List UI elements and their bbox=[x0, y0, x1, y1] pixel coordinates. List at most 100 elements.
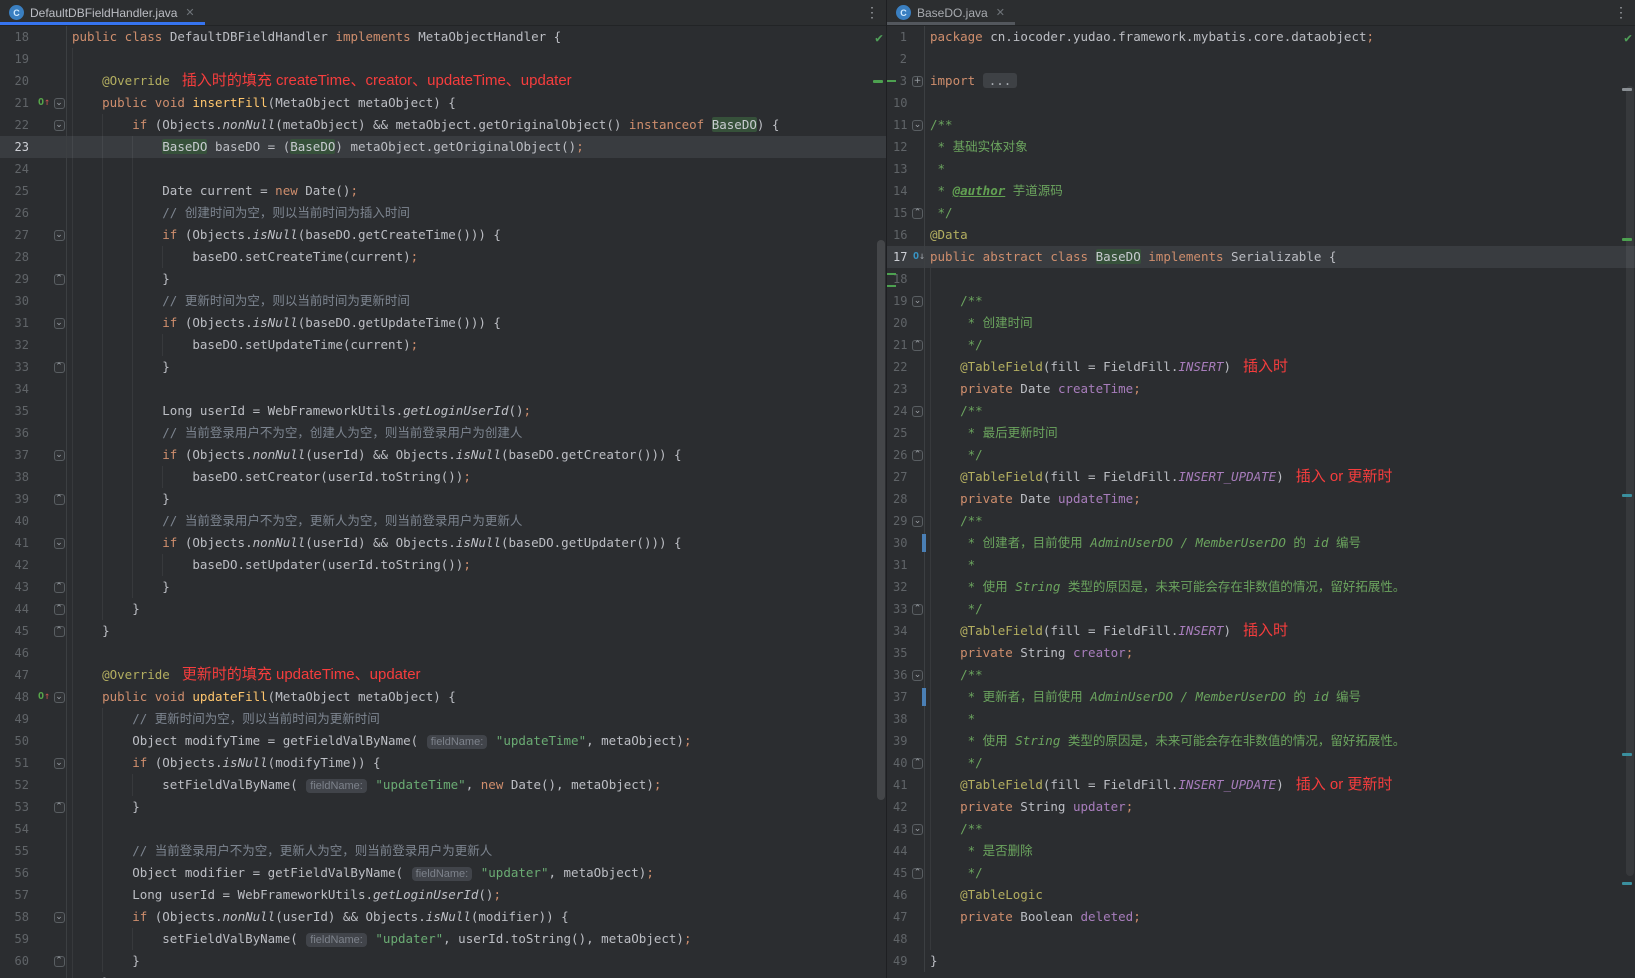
fold-marker-icon[interactable]: ⌃ bbox=[52, 356, 66, 378]
fold-marker-icon[interactable]: ⌃ bbox=[52, 488, 66, 510]
code-line[interactable]: 16@Data bbox=[887, 224, 1635, 246]
code-line[interactable]: 55// 当前登录用户不为空，更新人为空，则当前登录用户为更新人 bbox=[0, 840, 886, 862]
code-line[interactable]: 26⌃ */ bbox=[887, 444, 1635, 466]
code-line[interactable]: 45⌃ */ bbox=[887, 862, 1635, 884]
close-tab-icon[interactable]: ✕ bbox=[996, 6, 1005, 19]
code-line[interactable]: 18public class DefaultDBFieldHandler imp… bbox=[0, 26, 886, 48]
code-line[interactable]: 32baseDO.setUpdateTime(current); bbox=[0, 334, 886, 356]
fold-marker-icon[interactable]: ⌃ bbox=[911, 598, 924, 620]
code-line[interactable]: 60⌃} bbox=[0, 950, 886, 972]
fold-marker-icon[interactable]: + bbox=[911, 70, 924, 92]
code-line[interactable]: 42private String updater; bbox=[887, 796, 1635, 818]
code-line[interactable]: 20 * 创建时间 bbox=[887, 312, 1635, 334]
fold-marker-icon[interactable]: ⌃ bbox=[911, 334, 924, 356]
stripe-mark[interactable] bbox=[1622, 88, 1632, 91]
stripe-mark[interactable] bbox=[1622, 494, 1632, 497]
code-line[interactable]: 22@TableField(fill = FieldFill.INSERT)插入… bbox=[887, 356, 1635, 378]
fold-marker-icon[interactable]: ⌄ bbox=[52, 92, 66, 114]
code-line[interactable]: 38baseDO.setCreator(userId.toString()); bbox=[0, 466, 886, 488]
fold-marker-icon[interactable]: ⌄ bbox=[52, 752, 66, 774]
fold-marker-icon[interactable]: ⌃ bbox=[911, 752, 924, 774]
code-line[interactable]: 52setFieldValByName( fieldName: "updateT… bbox=[0, 774, 886, 796]
code-line[interactable]: 33⌃} bbox=[0, 356, 886, 378]
code-line[interactable]: 54 bbox=[0, 818, 886, 840]
code-line[interactable]: 50Object modifyTime = getFieldValByName(… bbox=[0, 730, 886, 752]
code-line[interactable]: 28baseDO.setCreateTime(current); bbox=[0, 246, 886, 268]
code-line[interactable]: 37⌄if (Objects.nonNull(userId) && Object… bbox=[0, 444, 886, 466]
code-line[interactable]: 46@TableLogic bbox=[887, 884, 1635, 906]
code-line[interactable]: 35private String creator; bbox=[887, 642, 1635, 664]
code-line[interactable]: 27@TableField(fill = FieldFill.INSERT_UP… bbox=[887, 466, 1635, 488]
code-line[interactable]: 21O↑⌄public void insertFill(MetaObject m… bbox=[0, 92, 886, 114]
code-line[interactable]: 31 * bbox=[887, 554, 1635, 576]
code-line[interactable]: 23private Date createTime; bbox=[887, 378, 1635, 400]
close-tab-icon[interactable]: ✕ bbox=[185, 6, 194, 19]
fold-marker-icon[interactable]: ⌄ bbox=[911, 400, 924, 422]
code-line[interactable]: 10 bbox=[887, 92, 1635, 114]
code-line[interactable]: 47private Boolean deleted; bbox=[887, 906, 1635, 928]
code-line[interactable]: 39 * 使用 String 类型的原因是，未来可能会存在非数值的情况，留好拓展… bbox=[887, 730, 1635, 752]
stripe-mark[interactable] bbox=[1622, 882, 1632, 885]
stripe-mark[interactable] bbox=[873, 80, 883, 83]
code-line[interactable]: 41⌄if (Objects.nonNull(userId) && Object… bbox=[0, 532, 886, 554]
fold-marker-icon[interactable]: ⌄ bbox=[52, 114, 66, 136]
code-line[interactable]: 2 bbox=[887, 48, 1635, 70]
code-line[interactable]: 49} bbox=[887, 950, 1635, 972]
fold-marker-icon[interactable]: ⌄ bbox=[52, 906, 66, 928]
fold-marker-icon[interactable]: ⌄ bbox=[52, 532, 66, 554]
code-line[interactable]: 48O↑⌄public void updateFill(MetaObject m… bbox=[0, 686, 886, 708]
code-line[interactable]: 48 bbox=[887, 928, 1635, 950]
fold-marker-icon[interactable]: ⌄ bbox=[911, 290, 924, 312]
fold-marker-icon[interactable]: ⌄ bbox=[52, 312, 66, 334]
code-line[interactable]: 22⌄if (Objects.nonNull(metaObject) && me… bbox=[0, 114, 886, 136]
code-line[interactable]: 45⌃} bbox=[0, 620, 886, 642]
code-line[interactable]: 31⌄if (Objects.isNull(baseDO.getUpdateTi… bbox=[0, 312, 886, 334]
fold-marker-icon[interactable]: ⌃ bbox=[911, 862, 924, 884]
fold-marker-icon[interactable]: ⌃ bbox=[52, 576, 66, 598]
stripe-mark[interactable] bbox=[1622, 238, 1632, 241]
editor-options-kebab-icon[interactable]: ⋮ bbox=[858, 0, 886, 25]
tab-defaultdbfieldhandler-java[interactable]: C DefaultDBFieldHandler.java ✕ bbox=[0, 0, 205, 25]
code-line[interactable]: 33⌃ */ bbox=[887, 598, 1635, 620]
code-line[interactable]: 34@TableField(fill = FieldFill.INSERT)插入… bbox=[887, 620, 1635, 642]
code-line[interactable]: 25 * 最后更新时间 bbox=[887, 422, 1635, 444]
code-line[interactable]: 15⌃ */ bbox=[887, 202, 1635, 224]
code-line[interactable]: 56Object modifier = getFieldValByName( f… bbox=[0, 862, 886, 884]
code-line[interactable]: 42baseDO.setUpdater(userId.toString()); bbox=[0, 554, 886, 576]
fold-marker-icon[interactable]: ⌃ bbox=[52, 598, 66, 620]
code-line[interactable]: 36// 当前登录用户不为空，创建人为空，则当前登录用户为创建人 bbox=[0, 422, 886, 444]
code-line[interactable]: 35Long userId = WebFrameworkUtils.getLog… bbox=[0, 400, 886, 422]
code-line[interactable]: 43⌃} bbox=[0, 576, 886, 598]
code-line[interactable]: 3+import ... bbox=[887, 70, 1635, 92]
code-line[interactable]: 29⌃} bbox=[0, 268, 886, 290]
code-line[interactable]: 44 * 是否删除 bbox=[887, 840, 1635, 862]
code-line[interactable]: 43⌄/** bbox=[887, 818, 1635, 840]
vertical-scrollbar-thumb[interactable] bbox=[1626, 86, 1634, 876]
code-line[interactable]: 39⌃} bbox=[0, 488, 886, 510]
code-line[interactable]: 30// 更新时间为空，则以当前时间为更新时间 bbox=[0, 290, 886, 312]
tab-basedo-java[interactable]: C BaseDO.java ✕ bbox=[887, 0, 1015, 25]
vertical-scrollbar-thumb[interactable] bbox=[877, 240, 885, 800]
fold-marker-icon[interactable]: ⌃ bbox=[52, 950, 66, 972]
code-line[interactable]: 59setFieldValByName( fieldName: "updater… bbox=[0, 928, 886, 950]
code-area[interactable]: 18public class DefaultDBFieldHandler imp… bbox=[0, 26, 886, 978]
inspections-ok-icon[interactable]: ✔ bbox=[875, 32, 883, 45]
code-line[interactable]: 58⌄if (Objects.nonNull(userId) && Object… bbox=[0, 906, 886, 928]
code-line[interactable]: 19⌄/** bbox=[887, 290, 1635, 312]
code-line[interactable]: 27⌄if (Objects.isNull(baseDO.getCreateTi… bbox=[0, 224, 886, 246]
fold-marker-icon[interactable]: ⌃ bbox=[52, 796, 66, 818]
code-line[interactable]: 36⌄/** bbox=[887, 664, 1635, 686]
code-line[interactable]: 40⌃ */ bbox=[887, 752, 1635, 774]
code-line[interactable]: 19 bbox=[0, 48, 886, 70]
fold-marker-icon[interactable]: ⌄ bbox=[911, 818, 924, 840]
overriding-method-icon[interactable]: O↑ bbox=[36, 686, 52, 708]
code-line[interactable]: 61} bbox=[0, 972, 886, 978]
code-line[interactable]: 38 * bbox=[887, 708, 1635, 730]
fold-marker-icon[interactable]: ⌄ bbox=[911, 114, 924, 136]
code-line[interactable]: 46 bbox=[0, 642, 886, 664]
code-line[interactable]: 1package cn.iocoder.yudao.framework.myba… bbox=[887, 26, 1635, 48]
code-line[interactable]: 51⌄if (Objects.isNull(modifyTime)) { bbox=[0, 752, 886, 774]
code-line[interactable]: 21⌃ */ bbox=[887, 334, 1635, 356]
code-line[interactable]: 41@TableField(fill = FieldFill.INSERT_UP… bbox=[887, 774, 1635, 796]
code-line[interactable]: 49// 更新时间为空，则以当前时间为更新时间 bbox=[0, 708, 886, 730]
